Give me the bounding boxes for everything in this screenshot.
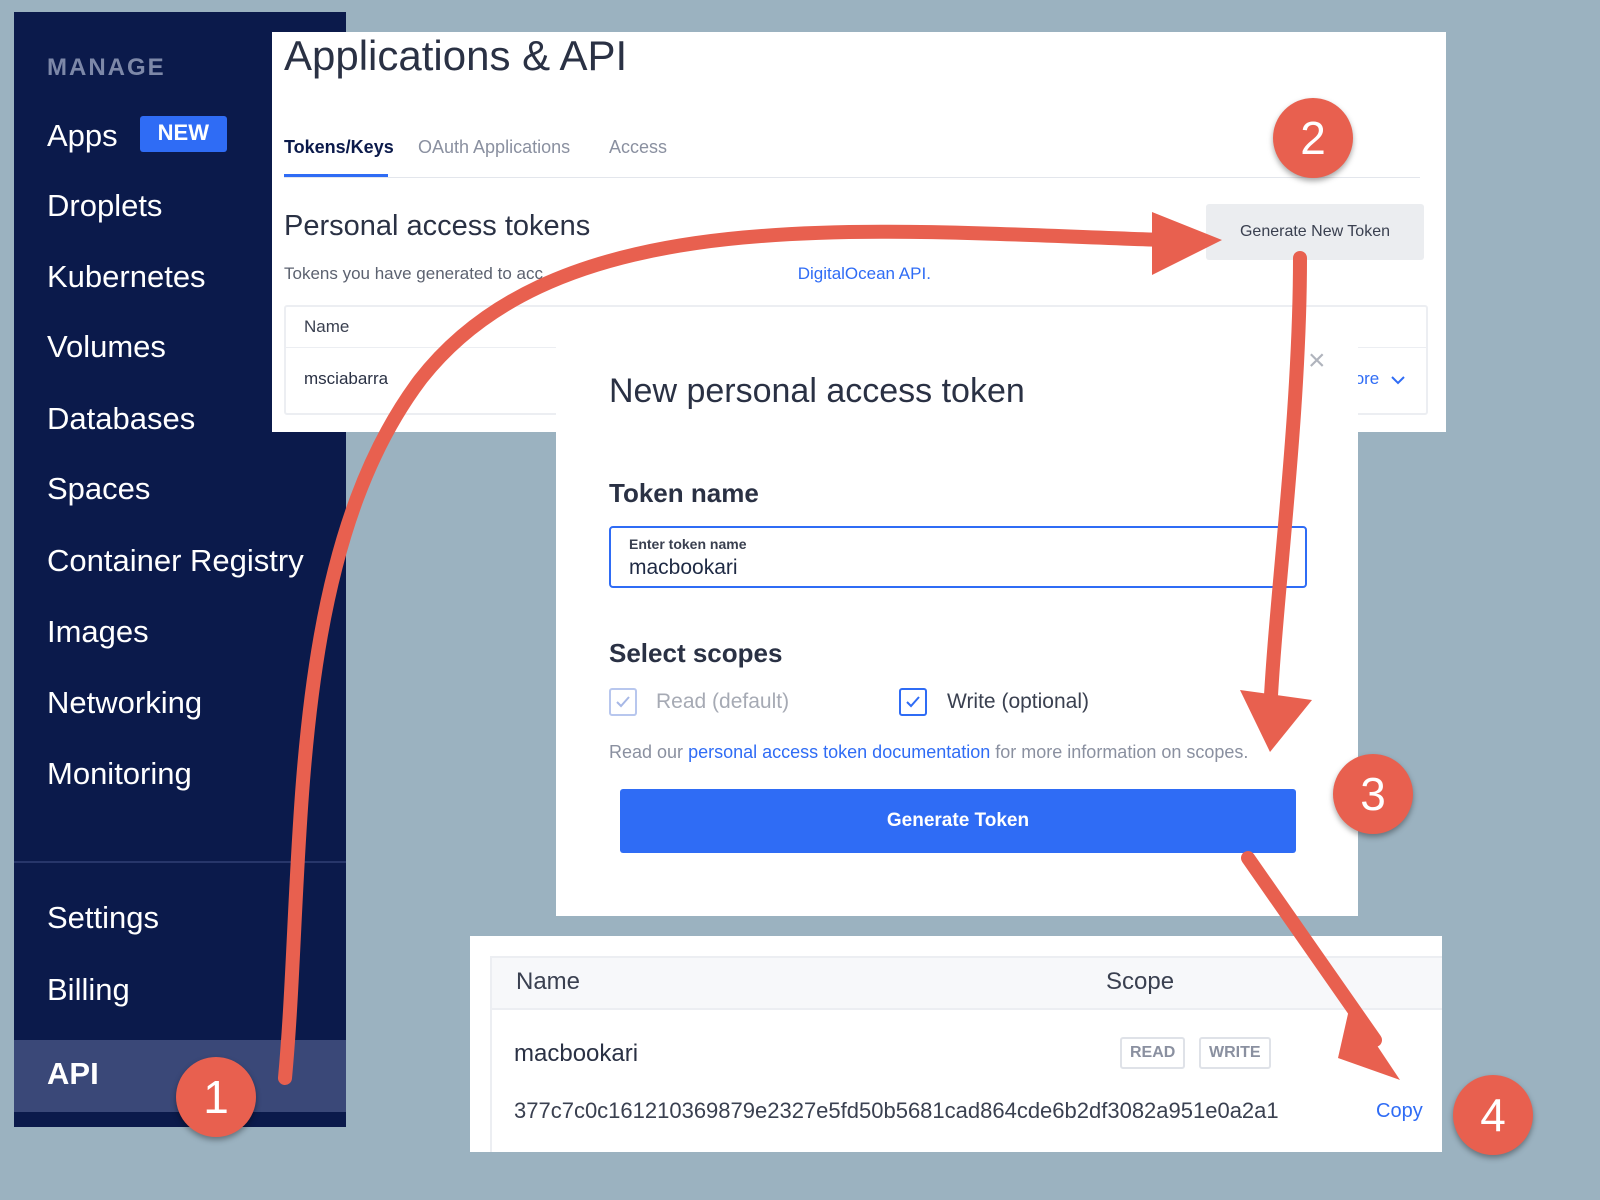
column-header-name: Name xyxy=(516,968,581,995)
read-scope-tag: READ xyxy=(1120,1037,1186,1069)
copy-token-link[interactable]: Copy xyxy=(1376,1100,1423,1123)
step-3-marker: 3 xyxy=(1333,754,1413,834)
token-name-input[interactable] xyxy=(629,556,1269,580)
select-scopes-label: Select scopes xyxy=(609,638,783,668)
write-scope-tag: WRITE xyxy=(1199,1037,1271,1069)
scopes-help-text: Read our personal access token documenta… xyxy=(609,742,1248,763)
sidebar-item-label: Apps xyxy=(47,118,118,153)
sidebar-item-settings[interactable]: Settings xyxy=(47,900,159,936)
checkmark-icon xyxy=(906,696,920,708)
step-4-marker: 4 xyxy=(1453,1075,1533,1155)
checkmark-icon xyxy=(616,696,630,708)
sidebar-section-title: MANAGE xyxy=(47,54,166,81)
token-name-field[interactable]: Enter token name xyxy=(609,526,1307,588)
sidebar-item-kubernetes[interactable]: Kubernetes xyxy=(47,259,206,295)
generate-new-token-button[interactable]: Generate New Token xyxy=(1206,204,1424,260)
write-scope-checkbox[interactable] xyxy=(899,688,927,716)
active-tab-indicator xyxy=(284,174,388,177)
sidebar-item-images[interactable]: Images xyxy=(47,614,149,650)
column-header-name: Name xyxy=(304,317,350,336)
sidebar-item-volumes[interactable]: Volumes xyxy=(47,329,166,365)
sidebar-item-billing[interactable]: Billing xyxy=(47,972,130,1008)
generated-token-panel: Name Scope macbookari READ WRITE 377c7c0… xyxy=(470,936,1442,1152)
write-scope-label: Write (optional) xyxy=(947,690,1089,713)
new-badge: NEW xyxy=(139,115,227,152)
sidebar-item-label: API xyxy=(47,1056,99,1091)
sidebar-item-apps[interactable]: Apps NEW xyxy=(47,115,227,156)
more-label: ore xyxy=(1354,369,1380,388)
read-scope-checkbox xyxy=(609,688,637,716)
close-icon[interactable]: × xyxy=(1308,346,1326,376)
new-token-modal: × New personal access token Token name E… xyxy=(556,308,1358,916)
sidebar-item-networking[interactable]: Networking xyxy=(47,685,202,721)
tab-access[interactable]: Access xyxy=(609,137,667,158)
sidebar-item-spaces[interactable]: Spaces xyxy=(47,471,150,507)
token-row-name: msciabarra xyxy=(304,369,389,388)
generated-token-name: macbookari xyxy=(514,1040,639,1067)
token-name-label: Token name xyxy=(609,478,759,508)
sidebar-item-droplets[interactable]: Droplets xyxy=(47,188,162,224)
more-dropdown[interactable]: ore xyxy=(1355,369,1406,389)
section-description-text: Tokens you have generated to acc xyxy=(284,264,543,283)
token-name-floating-label: Enter token name xyxy=(629,536,747,552)
token-documentation-link[interactable]: personal access token documentation xyxy=(688,742,990,762)
tab-oauth-applications[interactable]: OAuth Applications xyxy=(418,137,570,158)
chevron-down-icon xyxy=(1391,375,1405,384)
table-header: Name Scope xyxy=(492,958,1442,1010)
sidebar-item-monitoring[interactable]: Monitoring xyxy=(47,756,192,792)
digitalocean-api-link[interactable]: DigitalOcean API. xyxy=(798,264,931,283)
token-value[interactable]: 377c7c0c161210369879e2327e5fd50b5681cad8… xyxy=(514,1098,1279,1124)
sidebar-item-databases[interactable]: Databases xyxy=(47,401,195,437)
section-description: Tokens you have generated to acc Digital… xyxy=(284,264,931,284)
tabs-divider xyxy=(284,177,1420,178)
page-title: Applications & API xyxy=(284,32,628,79)
help-prefix: Read our xyxy=(609,742,684,762)
step-1-marker: 1 xyxy=(176,1057,256,1137)
help-suffix: for more information on scopes. xyxy=(995,742,1249,762)
step-2-marker: 2 xyxy=(1273,98,1353,178)
tab-tokens-keys[interactable]: Tokens/Keys xyxy=(284,137,394,158)
sidebar-divider xyxy=(14,861,346,863)
modal-title: New personal access token xyxy=(609,372,1025,410)
generate-token-button[interactable]: Generate Token xyxy=(620,789,1296,853)
sidebar-item-container-registry[interactable]: Container Registry xyxy=(47,543,304,579)
section-heading: Personal access tokens xyxy=(284,210,591,242)
column-header-scope: Scope xyxy=(1106,968,1175,995)
read-scope-label: Read (default) xyxy=(656,690,790,713)
